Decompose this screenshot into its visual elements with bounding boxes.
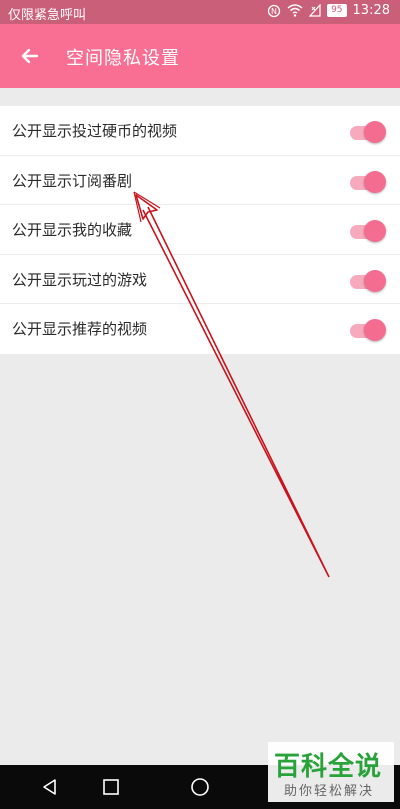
- setting-row-coined-videos: 公开显示投过硬币的视频: [0, 106, 400, 156]
- setting-row-favorites: 公开显示我的收藏: [0, 205, 400, 255]
- setting-label: 公开显示订阅番剧: [12, 171, 133, 190]
- setting-label: 公开显示我的收藏: [12, 221, 133, 239]
- square-icon: [103, 779, 119, 795]
- nav-back-button[interactable]: [40, 777, 60, 797]
- nav-home-button[interactable]: [190, 777, 210, 797]
- setting-row-recommended-videos: 公开显示推荐的视频: [0, 304, 400, 354]
- clock: 13:28: [352, 3, 390, 18]
- app-bar: 空间隐私设置: [0, 24, 400, 88]
- signal-icon: [309, 4, 321, 17]
- circle-home-icon: [191, 778, 209, 796]
- setting-row-played-games: 公开显示玩过的游戏: [0, 255, 400, 304]
- status-icons: N 95 13:28: [267, 3, 390, 18]
- watermark-subtitle: 助你轻松解决: [284, 784, 375, 799]
- setting-label: 公开显示投过硬币的视频: [12, 122, 178, 140]
- page-title: 空间隐私设置: [66, 48, 180, 69]
- carrier-text: 仅限紧急呼叫: [8, 8, 87, 23]
- svg-text:N: N: [271, 7, 277, 16]
- toggle-switch[interactable]: [348, 219, 386, 242]
- toggle-switch[interactable]: [348, 120, 386, 143]
- sim-icon: N: [267, 4, 281, 18]
- settings-list: 公开显示投过硬币的视频 公开显示订阅番剧 公开显示我的收藏 公开显示玩过的游戏 …: [0, 106, 400, 354]
- watermark-title: 百科全说: [274, 752, 383, 782]
- back-button[interactable]: [16, 42, 44, 70]
- triangle-back-icon: [43, 779, 56, 795]
- setting-row-subscribed-bangumi: 公开显示订阅番剧: [0, 156, 400, 205]
- setting-label: 公开显示推荐的视频: [12, 320, 148, 338]
- toggle-switch[interactable]: [348, 269, 386, 292]
- setting-label: 公开显示玩过的游戏: [12, 270, 148, 289]
- wifi-icon: [287, 4, 303, 17]
- nav-recents-button[interactable]: [102, 778, 120, 796]
- toggle-switch[interactable]: [348, 318, 386, 341]
- toggle-switch[interactable]: [348, 170, 386, 193]
- arrow-left-icon: [21, 48, 39, 64]
- battery-indicator: 95: [327, 4, 347, 17]
- watermark: 百科全说 助你轻松解决: [268, 742, 394, 802]
- status-bar: 仅限紧急呼叫 N 95 13:28: [0, 0, 400, 24]
